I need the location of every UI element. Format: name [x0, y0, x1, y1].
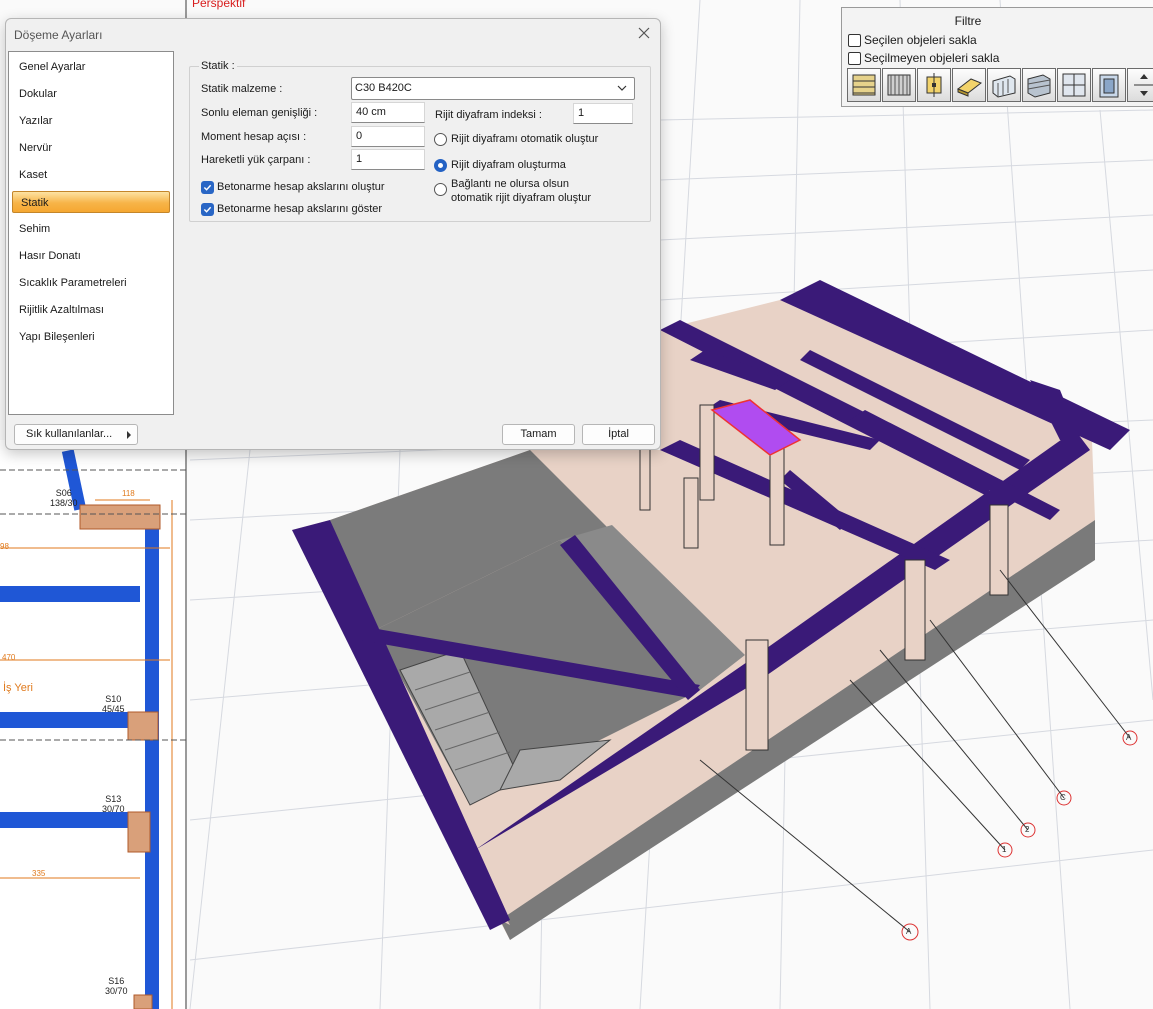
slab-settings-dialog: Döşeme Ayarları Genel Ayarlar Dokular Ya…: [5, 18, 661, 450]
beam-tool-icon[interactable]: [847, 68, 881, 102]
dialog-title: Döşeme Ayarları: [14, 28, 103, 42]
nav-item-nervur[interactable]: Nervür: [9, 137, 173, 159]
column-size: 30/70: [105, 986, 128, 996]
nav-item-hasir-donati[interactable]: Hasır Donatı: [9, 245, 173, 267]
group-title: Statik :: [199, 60, 237, 72]
moment-angle-label: Moment hesap açısı :: [201, 131, 307, 143]
material-select[interactable]: C30 B420C: [351, 77, 635, 100]
room-label: İş Yeri: [3, 682, 33, 694]
moment-angle-input[interactable]: 0: [351, 126, 425, 147]
dimension-470: 470: [2, 653, 16, 662]
axis-label: A: [906, 927, 912, 936]
create-axes-label[interactable]: Betonarme hesap akslarını oluştur: [217, 181, 385, 193]
material-label: Statik malzeme :: [201, 83, 283, 95]
nav-item-sicaklik-parametreleri[interactable]: Sıcaklık Parametreleri: [9, 272, 173, 294]
favorites-button[interactable]: Sık kullanılanlar...: [14, 424, 138, 445]
nav-item-genel-ayarlar[interactable]: Genel Ayarlar: [9, 56, 173, 78]
column-label-s06: S06 138/30: [50, 488, 78, 508]
brick-wall-icon[interactable]: [1022, 68, 1056, 102]
dimension-118: 118: [122, 489, 135, 498]
radio-always-label-line1[interactable]: Bağlantı ne olursa olsun: [451, 178, 569, 190]
create-axes-checkbox[interactable]: [201, 181, 214, 194]
column-id: S10: [105, 694, 122, 704]
fe-width-label: Sonlu eleman genişliği :: [201, 107, 318, 119]
material-value: C30 B420C: [355, 82, 412, 94]
nav-item-yapi-bilesenleri[interactable]: Yapı Bileşenleri: [9, 326, 173, 348]
dimension-98: 98: [0, 542, 9, 551]
fence-tool-icon[interactable]: [987, 68, 1021, 102]
column-size: 30/70: [102, 804, 125, 814]
axis-label: C: [1060, 793, 1066, 802]
ok-button[interactable]: Tamam: [502, 424, 575, 445]
viewport-label: Perspektif: [192, 0, 246, 10]
column-id: S06: [55, 488, 72, 498]
hide-selected-option[interactable]: Seçilen objeleri sakla: [848, 33, 977, 47]
dimension-335: 335: [32, 869, 46, 878]
nav-item-kaset[interactable]: Kaset: [9, 164, 173, 186]
column-tool-icon[interactable]: [917, 68, 951, 102]
nav-item-statik[interactable]: Statik: [12, 191, 170, 213]
dialog-titlebar[interactable]: Döşeme Ayarları: [6, 19, 660, 51]
hide-unselected-checkbox[interactable]: [848, 51, 861, 65]
filter-toolbar: [847, 68, 1153, 102]
chevron-right-icon: [127, 431, 131, 439]
hide-selected-label: Seçilen objeleri sakla: [864, 33, 977, 47]
settings-nav-list: Genel Ayarlar Dokular Yazılar Nervür Kas…: [8, 51, 174, 415]
column-size: 45/45: [102, 704, 125, 714]
nav-item-rijitlik-azaltilmasi[interactable]: Rijitlik Azaltılması: [9, 299, 173, 321]
radio-no-diaphragm[interactable]: [434, 159, 447, 172]
column-label-s13: S13 30/70: [102, 794, 125, 814]
show-axes-label[interactable]: Betonarme hesap akslarını göster: [217, 203, 382, 215]
window-grid-icon[interactable]: [1057, 68, 1091, 102]
cancel-button[interactable]: İptal: [582, 424, 655, 445]
nav-item-sehim[interactable]: Sehim: [9, 218, 173, 240]
diaphragm-index-label: Rijit diyafram indeksi :: [435, 109, 542, 121]
radio-always-diaphragm[interactable]: [434, 183, 447, 196]
column-size: 138/30: [50, 498, 78, 508]
wall-pattern-icon[interactable]: [882, 68, 916, 102]
filter-title: Filtre: [954, 14, 982, 28]
hide-selected-checkbox[interactable]: [848, 33, 861, 47]
nav-item-dokular[interactable]: Dokular: [9, 83, 173, 105]
stair-tool-icon[interactable]: [1127, 68, 1153, 102]
moving-load-label: Hareketli yük çarpanı :: [201, 154, 311, 166]
chevron-down-icon: [617, 85, 627, 91]
diaphragm-index-input[interactable]: 1: [573, 103, 633, 124]
moving-load-input[interactable]: 1: [351, 149, 425, 170]
axis-label: 1: [1002, 845, 1007, 854]
column-label-s10: S10 45/45: [102, 694, 125, 714]
fe-width-input[interactable]: 40 cm: [351, 102, 425, 123]
radio-auto-label[interactable]: Rijit diyaframı otomatik oluştur: [451, 133, 598, 145]
radio-always-label-line2[interactable]: otomatik rijit diyafram oluştur: [451, 192, 591, 204]
column-label-s16: S16 30/70: [105, 976, 128, 996]
checkmark-icon: [203, 184, 212, 191]
axis-label: 2: [1025, 825, 1030, 834]
slab-tool-icon[interactable]: [952, 68, 986, 102]
filter-panel: Filtre Seçilen objeleri sakla Seçilmeyen…: [841, 7, 1153, 107]
column-id: S13: [105, 794, 122, 804]
show-axes-checkbox[interactable]: [201, 203, 214, 216]
close-icon[interactable]: [636, 25, 652, 41]
door-tool-icon[interactable]: [1092, 68, 1126, 102]
column-id: S16: [108, 976, 125, 986]
hide-unselected-label: Seçilmeyen objeleri sakla: [864, 51, 1000, 65]
axis-label: A: [1126, 733, 1132, 742]
nav-item-yazilar[interactable]: Yazılar: [9, 110, 173, 132]
favorites-label: Sık kullanılanlar...: [26, 428, 113, 440]
radio-none-label[interactable]: Rijit diyafram oluşturma: [451, 159, 566, 171]
hide-unselected-option[interactable]: Seçilmeyen objeleri sakla: [848, 51, 999, 65]
checkmark-icon: [203, 206, 212, 213]
radio-auto-diaphragm[interactable]: [434, 133, 447, 146]
